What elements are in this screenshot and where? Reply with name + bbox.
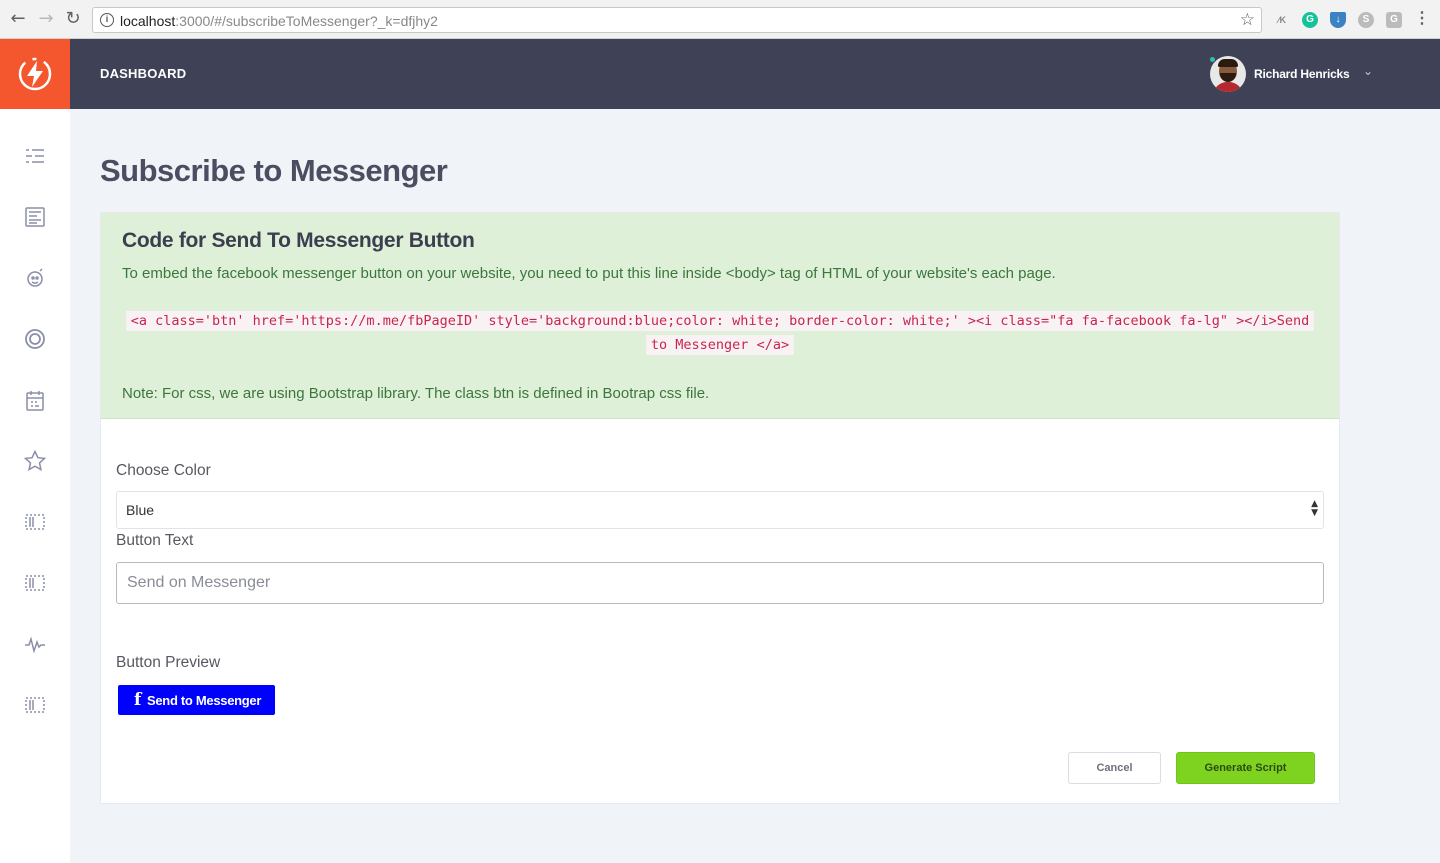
calendar-icon[interactable]	[23, 388, 47, 412]
activity-icon[interactable]	[23, 632, 47, 656]
list-icon[interactable]	[23, 144, 47, 168]
alert-title: Code for Send To Messenger Button	[122, 229, 475, 252]
app-logo[interactable]	[0, 39, 70, 109]
color-select[interactable]: Blue ▲ ▼	[116, 491, 1324, 529]
subscribe-card: Code for Send To Messenger Button To emb…	[100, 212, 1340, 804]
embed-code-block: <a class='btn' href='https://m.me/fbPage…	[122, 309, 1318, 357]
button-preview-label: Button Preview	[116, 654, 221, 671]
back-arrow-icon[interactable]: ←	[8, 9, 28, 29]
embed-code-alert: Code for Send To Messenger Button To emb…	[101, 213, 1339, 419]
browser-toolbar: ← → ↻ i localhost:3000/#/subscribeToMess…	[0, 0, 1440, 39]
forward-arrow-icon[interactable]: →	[36, 9, 56, 29]
app-header: DASHBOARD Richard Henricks ⌄	[0, 39, 1440, 109]
user-name[interactable]: Richard Henricks	[1254, 67, 1350, 81]
url-path: :3000/#/subscribeToMessenger?_k=dfjhy2	[175, 13, 438, 29]
grammarly-extension-icon[interactable]: G	[1302, 12, 1318, 28]
alert-description: To embed the facebook messenger button o…	[122, 265, 1056, 282]
reload-icon[interactable]: ↻	[63, 9, 83, 29]
layout-icon[interactable]	[23, 510, 47, 534]
preview-button-label: Send to Messenger	[147, 693, 262, 708]
chevron-down-icon[interactable]: ⌄	[1363, 64, 1373, 78]
page-title: Subscribe to Messenger	[100, 153, 448, 188]
layout-icon[interactable]	[23, 571, 47, 595]
send-to-messenger-preview-button[interactable]: f Send to Messenger	[117, 684, 276, 716]
button-text-label: Button Text	[116, 532, 194, 549]
sidebar	[0, 109, 70, 863]
layout-icon[interactable]	[23, 693, 47, 717]
cancel-button[interactable]: Cancel	[1068, 752, 1161, 784]
bookmark-star-icon[interactable]: ☆	[1240, 10, 1255, 30]
skype-extension-icon[interactable]: S	[1358, 12, 1374, 28]
browser-menu-icon[interactable]: ⋮	[1414, 9, 1430, 29]
select-arrows-icon: ▲ ▼	[1311, 499, 1318, 518]
address-bar[interactable]: i localhost:3000/#/subscribeToMessenger?…	[92, 7, 1262, 33]
alert-note: Note: For css, we are using Bootstrap li…	[122, 385, 710, 402]
support-icon[interactable]	[23, 266, 47, 290]
choose-color-label: Choose Color	[116, 462, 211, 479]
target-icon[interactable]	[23, 327, 47, 351]
url-text[interactable]: localhost:3000/#/subscribeToMessenger?_k…	[120, 13, 438, 29]
g-extension-icon[interactable]: G	[1386, 12, 1402, 28]
button-text-input[interactable]	[116, 562, 1324, 604]
newspaper-icon[interactable]	[23, 205, 47, 229]
online-status-dot	[1209, 56, 1216, 63]
extension-icon[interactable]: ⁄K	[1274, 12, 1290, 28]
user-menu[interactable]: Richard Henricks ⌄	[1208, 55, 1388, 93]
url-host: localhost	[120, 13, 176, 29]
facebook-icon: f	[134, 690, 142, 710]
lightning-logo-icon	[18, 57, 52, 91]
dashboard-link[interactable]: DASHBOARD	[100, 66, 186, 81]
star-icon[interactable]	[23, 449, 47, 473]
embed-code[interactable]: <a class='btn' href='https://m.me/fbPage…	[125, 311, 1315, 355]
color-select-value: Blue	[126, 502, 155, 518]
generate-script-button[interactable]: Generate Script	[1176, 752, 1315, 784]
site-info-icon[interactable]: i	[100, 13, 114, 27]
download-extension-icon[interactable]: ↓	[1330, 12, 1346, 28]
